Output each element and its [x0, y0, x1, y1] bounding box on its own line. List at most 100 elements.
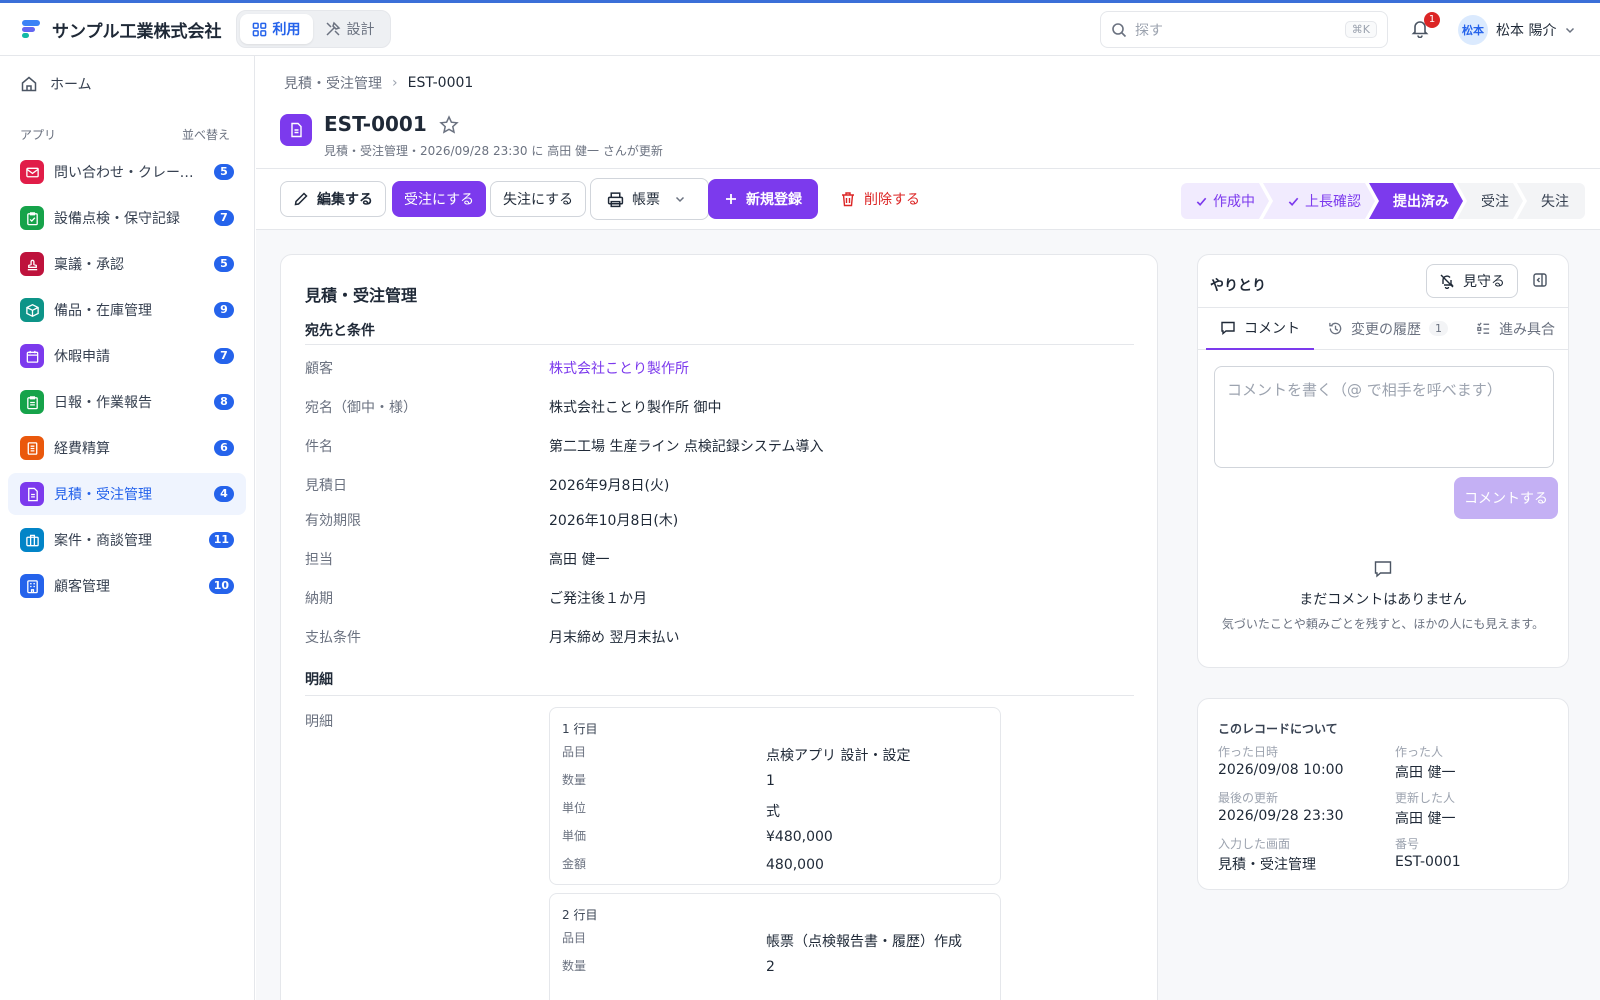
status-step-label: 作成中	[1213, 194, 1255, 210]
record-meta-card: このレコードについて 作った日時 2026/09/08 10:00 作った人 高…	[1197, 698, 1569, 890]
sidebar-item-app[interactable]: 休暇申請 7	[8, 335, 246, 377]
sidebar-item-app[interactable]: 顧客管理 10	[8, 565, 246, 607]
edit-button-label: 編集する	[317, 192, 373, 208]
user-menu[interactable]: 松本 松本 陽介	[1458, 15, 1576, 45]
search-input[interactable]: 探す ⌘K	[1100, 11, 1388, 48]
brand[interactable]: サンプル工業株式会社	[20, 17, 222, 42]
tab-comments[interactable]: コメント	[1206, 308, 1314, 350]
customer-link[interactable]: 株式会社ことり製作所	[549, 358, 689, 378]
detail-field-value: 式	[766, 804, 780, 820]
star-icon[interactable]	[438, 115, 459, 135]
empty-state-subtitle: 気づいたことや頼みごとを残すと、ほかの人にも見えます。	[1221, 617, 1545, 631]
sidebar-item-label: 顧客管理	[54, 579, 110, 595]
edit-button[interactable]: 編集する	[280, 181, 386, 217]
sidebar-item-label: 休暇申請	[54, 349, 110, 365]
created-by-label: 作った人	[1395, 745, 1444, 759]
detail-field-value: 480,000	[766, 857, 824, 873]
check-icon	[1287, 195, 1300, 208]
forms-dropdown[interactable]: 帳票	[590, 178, 709, 220]
stamp-icon	[20, 252, 44, 276]
record-subtitle: 見積・受注管理・2026/09/28 23:30 に 高田 健一 さんが更新	[324, 144, 663, 158]
chevron-right-icon: ›	[392, 75, 398, 91]
watch-button[interactable]: 見守る	[1426, 264, 1518, 298]
count-badge: 6	[214, 440, 234, 456]
sidebar-item-label: 経費精算	[54, 441, 110, 457]
status-step[interactable]: 受注	[1457, 183, 1523, 219]
sidebar-app-list: 問い合わせ・クレーム管理 5 設備点検・保守記録 7 稟議・承認 5 備品・在庫管理 9 休暇申…	[0, 151, 254, 607]
breadcrumb: 見積・受注管理 › EST-0001	[284, 73, 473, 93]
number-label: 番号	[1395, 837, 1420, 851]
notifications-button[interactable]: 1	[1410, 12, 1440, 40]
tab-progress[interactable]: 進み具合	[1462, 308, 1569, 350]
comment-empty-icon	[1374, 561, 1392, 578]
record-form-card: 見積・受注管理 宛先と条件 顧客 株式会社ことり製作所 宛名（御中・様） 株式会社こと…	[280, 254, 1158, 1000]
sidebar-item-app[interactable]: 案件・商談管理 11	[8, 519, 246, 561]
user-name: 松本 陽介	[1496, 23, 1557, 39]
sidebar-item-label: 設備点検・保守記録	[54, 211, 180, 227]
mode-use-label: 利用	[272, 22, 301, 38]
document-icon	[280, 114, 312, 146]
detail-field-value: 点検アプリ 設計・設定	[766, 748, 911, 764]
count-badge: 7	[214, 348, 234, 364]
notification-badge: 1	[1424, 12, 1440, 28]
briefcase-icon	[20, 528, 44, 552]
sidebar-item-label: 稟議・承認	[54, 257, 124, 273]
detail-field-value: 2	[766, 959, 775, 975]
created-at-label: 作った日時	[1218, 745, 1279, 759]
sidebar-item-app[interactable]: 経費精算 6	[8, 427, 246, 469]
created-by: 高田 健一	[1395, 765, 1456, 781]
count-badge: 4	[214, 486, 234, 502]
app-logo-icon	[22, 20, 40, 38]
mode-design-button[interactable]: 設計	[313, 14, 387, 44]
to-order-button[interactable]: 受注にする	[392, 181, 487, 217]
plus-icon	[726, 194, 736, 204]
printer-icon	[607, 191, 624, 207]
tab-history[interactable]: 変更の履歴 1	[1314, 308, 1462, 350]
sidebar-item-app[interactable]: 日報・作業報告 8	[8, 381, 246, 423]
number-value: EST-0001	[1395, 854, 1461, 870]
sidebar-item-app[interactable]: 稟議・承認 5	[8, 243, 246, 285]
status-step-label: 失注	[1541, 194, 1569, 210]
status-step[interactable]: 上長確認	[1263, 183, 1375, 219]
detail-field-label: 品目	[562, 745, 587, 759]
panel-collapse-icon[interactable]	[1532, 272, 1548, 288]
trash-icon	[842, 192, 854, 207]
new-record-button[interactable]: 新規登録	[708, 179, 818, 219]
mode-use-button[interactable]: 利用	[239, 14, 313, 44]
forms-label: 帳票	[632, 192, 660, 208]
sidebar-item-app[interactable]: 問い合わせ・クレーム管理 5	[8, 151, 246, 193]
to-lost-button[interactable]: 失注にする	[490, 181, 587, 217]
status-step[interactable]: 失注	[1517, 183, 1585, 219]
field-value: 2026年9月8日(火)	[549, 478, 670, 494]
screen-value: 見積・受注管理	[1218, 857, 1316, 873]
receipt-icon	[20, 436, 44, 460]
page-title: EST-0001	[324, 112, 427, 136]
delete-button[interactable]: 削除する	[828, 181, 932, 217]
comment-submit-button[interactable]: コメントする	[1454, 477, 1558, 519]
comment-icon	[1221, 321, 1235, 335]
status-step[interactable]: 提出済み	[1369, 183, 1463, 219]
sort-button[interactable]: 並べ替え	[182, 126, 230, 143]
count-badge: 9	[214, 302, 234, 318]
details-label: 明細	[305, 714, 333, 730]
meta-title: このレコードについて	[1218, 722, 1338, 736]
section-title-conditions: 宛先と条件	[305, 323, 375, 339]
comment-input[interactable]: コメントを書く（@ で相手を呼べます）	[1214, 366, 1554, 468]
status-step[interactable]: 作成中	[1181, 183, 1269, 219]
field-value: 株式会社ことり製作所 御中	[549, 400, 722, 416]
sidebar-item-app[interactable]: 設備点検・保守記録 7	[8, 197, 246, 239]
sidebar-item-app[interactable]: 備品・在庫管理 9	[8, 289, 246, 331]
sidebar-item-label: 案件・商談管理	[54, 533, 152, 549]
page-header: 見積・受注管理 › EST-0001 EST-0001 見積・受注管理・2026…	[256, 56, 1600, 169]
delete-label: 削除する	[864, 192, 920, 208]
form-title: 見積・受注管理	[305, 286, 418, 305]
sidebar-item-home[interactable]: ホーム	[8, 64, 246, 104]
field-value: 月末締め 翌月末払い	[549, 630, 680, 646]
detail-line-heading: 2 行目	[562, 908, 598, 922]
breadcrumb-parent[interactable]: 見積・受注管理	[284, 73, 382, 93]
sidebar-item-app[interactable]: 見積・受注管理 4	[8, 473, 246, 515]
detail-line-card: 1 行目 品目 点検アプリ 設計・設定 数量 1 単位 式単価 ¥480,000 金額 480,0…	[549, 707, 1001, 885]
section-title-details: 明細	[305, 672, 333, 688]
field-label: 有効期限	[305, 513, 361, 529]
field-value: 2026年10月8日(木)	[549, 513, 679, 529]
